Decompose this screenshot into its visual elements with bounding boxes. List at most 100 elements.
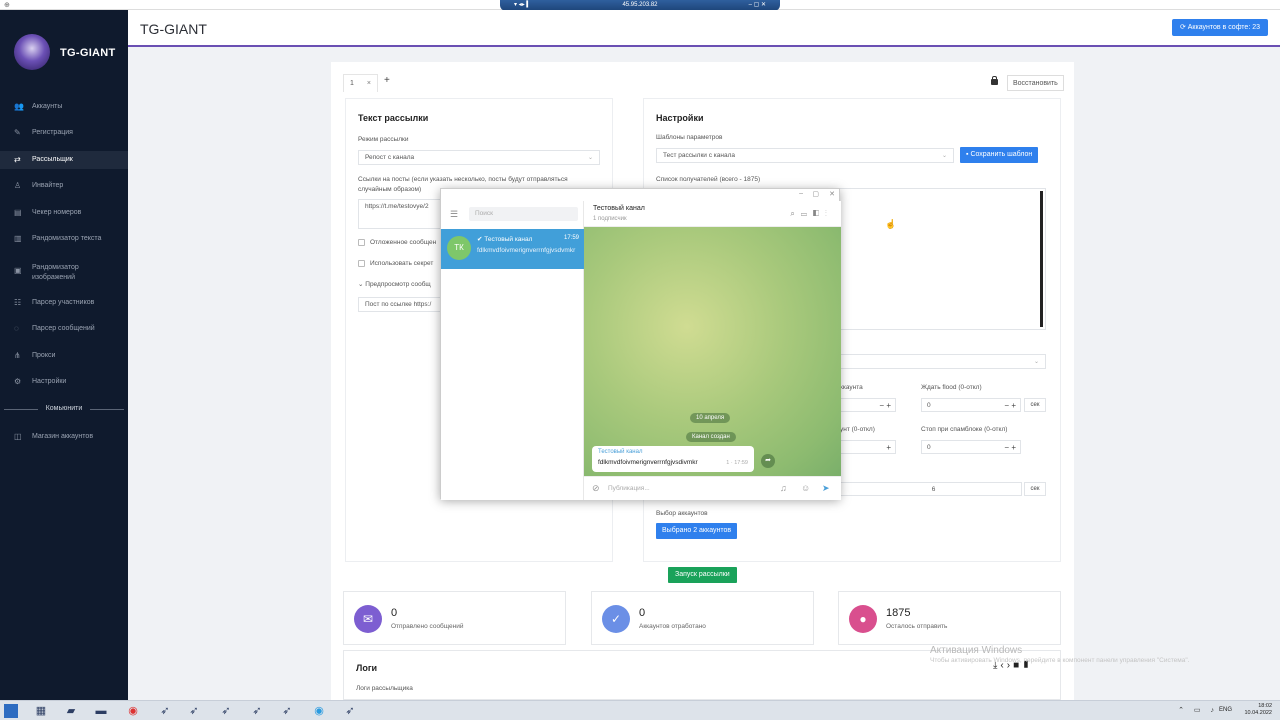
stat-value: 0 bbox=[391, 607, 398, 619]
chevron-down-icon: ⌄ bbox=[941, 153, 947, 159]
telegram-window[interactable]: – ▢ ✕ ☰ Поиск ТК ✔ Тестовый канал 17:59 … bbox=[440, 188, 841, 500]
start-button[interactable] bbox=[4, 704, 18, 718]
accounts-setting-label: ккаунта bbox=[840, 384, 863, 391]
chat-time: 17:59 bbox=[563, 235, 579, 241]
tab-1[interactable]: 1 × bbox=[343, 74, 378, 92]
clock[interactable]: 18:02 10.04.2022 bbox=[1244, 703, 1272, 717]
sidebar-item-inviter[interactable]: ♙ Инвайтер bbox=[0, 177, 128, 195]
add-tab-button[interactable]: + bbox=[384, 75, 390, 86]
chat-name: ✔ Тестовый канал bbox=[477, 235, 532, 243]
tg-giant-icon[interactable]: ➶ bbox=[278, 703, 296, 719]
save-template-button[interactable]: ▪ Сохранить шаблон bbox=[960, 147, 1039, 163]
selected-accounts-button[interactable]: Выбрано 2 аккаунтов bbox=[656, 523, 738, 539]
users-icon: 👥 bbox=[14, 102, 24, 111]
scrollbar[interactable] bbox=[1040, 191, 1043, 327]
count-setting-input[interactable]: + bbox=[840, 440, 896, 454]
telegram-titlebar[interactable]: – ▢ ✕ bbox=[441, 189, 841, 201]
chat-name-text: Тестовый канал bbox=[484, 236, 533, 243]
sidebar-item-label: Рандомизатор изображений bbox=[32, 264, 79, 281]
telegram-icon[interactable]: ◉ bbox=[310, 703, 328, 719]
tg-giant-icon[interactable]: ➶ bbox=[185, 703, 203, 719]
maximize-icon[interactable]: ▢ bbox=[812, 190, 819, 198]
telegram-search-input[interactable]: Поиск bbox=[469, 207, 578, 221]
taskbar: ▦ ▰ ▬ ◉ ➶ ➶ ➶ ➶ ➶ ◉ ➶ ⌃ ▭ ♪ ENG 18:02 10.… bbox=[0, 700, 1280, 720]
search-icon[interactable]: ⌕ bbox=[790, 209, 800, 218]
delayed-message-checkbox[interactable] bbox=[358, 239, 365, 246]
more-icon[interactable]: ⋮ bbox=[825, 209, 833, 218]
tg-giant-icon[interactable]: ➶ bbox=[248, 703, 266, 719]
channel-header-icons: ⌕▭◧⋮ bbox=[790, 209, 833, 219]
sidebar-item-settings[interactable]: ⚙ Настройки bbox=[0, 373, 128, 391]
stepper-icon[interactable]: − + bbox=[879, 399, 891, 412]
stepper-icon[interactable]: − + bbox=[1004, 441, 1016, 454]
chevron-down-icon: ⌄ bbox=[587, 155, 593, 161]
powershell-icon[interactable]: ▰ bbox=[62, 703, 80, 719]
remote-app-icon: ⊕ bbox=[4, 2, 10, 9]
server-manager-icon[interactable]: ▦ bbox=[32, 703, 50, 719]
page-title: TG-GIANT bbox=[140, 21, 207, 37]
menu-icon[interactable]: ☰ bbox=[450, 209, 458, 220]
accounts-setting-input[interactable]: − + bbox=[840, 398, 896, 412]
stepper-icon[interactable]: − + bbox=[1004, 399, 1016, 412]
card-title: Настройки bbox=[656, 113, 704, 123]
brand-name: TG-GIANT bbox=[60, 47, 116, 59]
tray-icons[interactable]: ⌃ ▭ ♪ bbox=[1178, 706, 1218, 714]
sidebar-icon[interactable]: ◧ bbox=[813, 209, 825, 218]
emoji-icon[interactable]: ☺ bbox=[801, 483, 810, 493]
stream-icon[interactable]: ▭ bbox=[801, 209, 813, 218]
stop-spam-value: 0 bbox=[927, 444, 931, 451]
sidebar-item-sender[interactable]: ⇄ Рассыльщик bbox=[0, 151, 128, 169]
delay-input[interactable]: 6 bbox=[840, 482, 1022, 496]
tg-giant-icon[interactable]: ➶ bbox=[341, 703, 359, 719]
stepper-icon[interactable]: + bbox=[886, 441, 891, 454]
attach-icon[interactable]: ⊘ bbox=[592, 483, 600, 494]
wait-flood-input[interactable]: 0 − + bbox=[921, 398, 1021, 412]
network-icon: ⋔ bbox=[14, 351, 21, 360]
sidebar-item-text-randomizer[interactable]: ▥ Рандомизатор текста bbox=[0, 230, 128, 248]
sidebar-item-label: Парсер сообщений bbox=[32, 325, 95, 332]
sidebar-item-accounts[interactable]: 👥 Аккаунты bbox=[0, 98, 128, 116]
tg-giant-icon[interactable]: ➶ bbox=[156, 703, 174, 719]
user-add-icon: ♙ bbox=[14, 181, 22, 190]
mouse-cursor: ☝ bbox=[885, 219, 897, 229]
accounts-count-button[interactable]: ⟳ Аккаунтов в софте: 23 bbox=[1171, 19, 1268, 36]
tg-giant-icon[interactable]: ➶ bbox=[217, 703, 235, 719]
language-indicator[interactable]: ENG bbox=[1219, 707, 1232, 713]
community-heading: Комьюнити bbox=[4, 405, 124, 412]
send-icon[interactable]: ➤ bbox=[822, 483, 830, 494]
sidebar-item-member-parser[interactable]: ☷ Парсер участников bbox=[0, 294, 128, 312]
tab-close-icon[interactable]: × bbox=[367, 75, 371, 92]
chevron-down-icon: ⌄ bbox=[1033, 359, 1039, 365]
sidebar-item-number-checker[interactable]: ▤ Чекер номеров bbox=[0, 204, 128, 222]
message-bubble[interactable]: Тестовый канал fdlkmvdfoivmerignverrnfgj… bbox=[592, 446, 754, 472]
sidebar-item-message-parser[interactable]: ◌ Парсер сообщений bbox=[0, 320, 128, 338]
broadcast-icon: ⇄ bbox=[14, 155, 21, 164]
sidebar-item-label: Парсер участников bbox=[32, 299, 95, 306]
composer-input[interactable]: Публикация... bbox=[608, 485, 650, 492]
stop-spam-input[interactable]: 0 − + bbox=[921, 440, 1021, 454]
mode-select[interactable]: Репост с канала ⌄ bbox=[358, 150, 600, 165]
sidebar-item-account-shop[interactable]: ◫ Магазин аккаунтов bbox=[0, 428, 128, 446]
app-logo bbox=[14, 34, 50, 70]
template-select[interactable]: Тест рассылки с канала ⌄ bbox=[656, 148, 954, 163]
message-composer: ⊘ Публикация... ♫ ☺ ➤ bbox=[584, 476, 841, 500]
minimize-icon[interactable]: – bbox=[799, 190, 803, 197]
chrome-icon[interactable]: ◉ bbox=[124, 703, 142, 719]
preview-toggle[interactable]: ⌄ Предпросмотр сообщ bbox=[358, 280, 431, 290]
start-sending-button[interactable]: Запуск рассылки bbox=[668, 567, 737, 583]
lock-icon[interactable] bbox=[991, 76, 998, 85]
restore-button[interactable]: Восстановить bbox=[1007, 75, 1064, 91]
use-secret-checkbox[interactable] bbox=[358, 260, 365, 267]
file-explorer-icon[interactable]: ▬ bbox=[92, 703, 110, 719]
stat-caption: Осталось отправить bbox=[886, 623, 948, 630]
select-accounts-label: Выбор аккаунтов bbox=[656, 510, 708, 517]
close-icon[interactable]: ✕ bbox=[829, 190, 835, 198]
save-template-label: Сохранить шаблон bbox=[970, 151, 1033, 158]
sidebar-item-image-randomizer[interactable]: ▣ Рандомизатор изображений bbox=[0, 261, 128, 285]
forward-icon[interactable]: ➦ bbox=[761, 454, 775, 468]
sidebar-item-proxy[interactable]: ⋔ Прокси bbox=[0, 347, 128, 365]
sidebar-item-registration[interactable]: ✎ Регистрация bbox=[0, 124, 128, 142]
chat-list-item[interactable]: ТК ✔ Тестовый канал 17:59 fdlkmvdfoivmer… bbox=[441, 229, 584, 269]
bell-icon[interactable]: ♫ bbox=[780, 483, 787, 493]
channel-title[interactable]: Тестовый канал bbox=[593, 205, 645, 212]
